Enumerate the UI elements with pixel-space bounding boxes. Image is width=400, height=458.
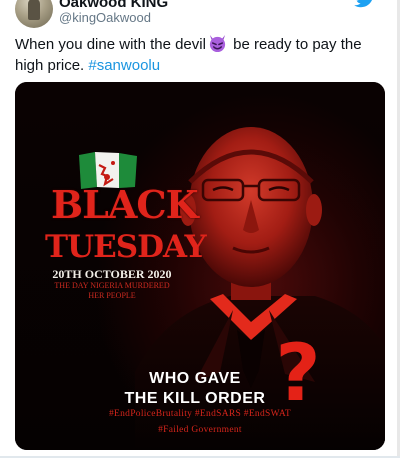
image-hashtags: #EndPoliceBrutality #EndSARS #EndSWAT <box>108 409 292 419</box>
tweet-text: When you dine with the devil be ready to… <box>15 34 375 76</box>
tweet-media-image[interactable]: BLACK TUESDAY 20TH OCTOBER 2020 THE DAY … <box>15 82 385 450</box>
headline-black: BLACK <box>51 182 199 227</box>
smiling-devil-emoji <box>209 34 226 53</box>
headline-tuesday: TUESDAY <box>45 229 207 265</box>
question-line2: THE KILL ORDER <box>124 390 266 407</box>
subtitle: THE DAY NIGERIA MURDERED HER PEOPLE <box>47 281 177 301</box>
subtitle-line1: THE DAY NIGERIA MURDERED <box>54 281 170 290</box>
tweet-text-part1: When you dine with the devil <box>15 36 206 53</box>
image-hashtag-failed-government: #Failed Government <box>158 425 242 435</box>
twitter-bird-icon[interactable] <box>354 0 376 8</box>
question-line1: WHO GAVE <box>149 370 241 387</box>
question-text: WHO GAVE THE KILL ORDER <box>110 369 280 409</box>
date-line: 20TH OCTOBER 2020 <box>52 267 172 281</box>
hashtag-link[interactable]: #sanwoolu <box>88 57 160 74</box>
avatar[interactable] <box>15 0 53 28</box>
subtitle-line2: HER PEOPLE <box>88 291 136 300</box>
user-handle[interactable]: @kingOakwood <box>59 10 151 25</box>
